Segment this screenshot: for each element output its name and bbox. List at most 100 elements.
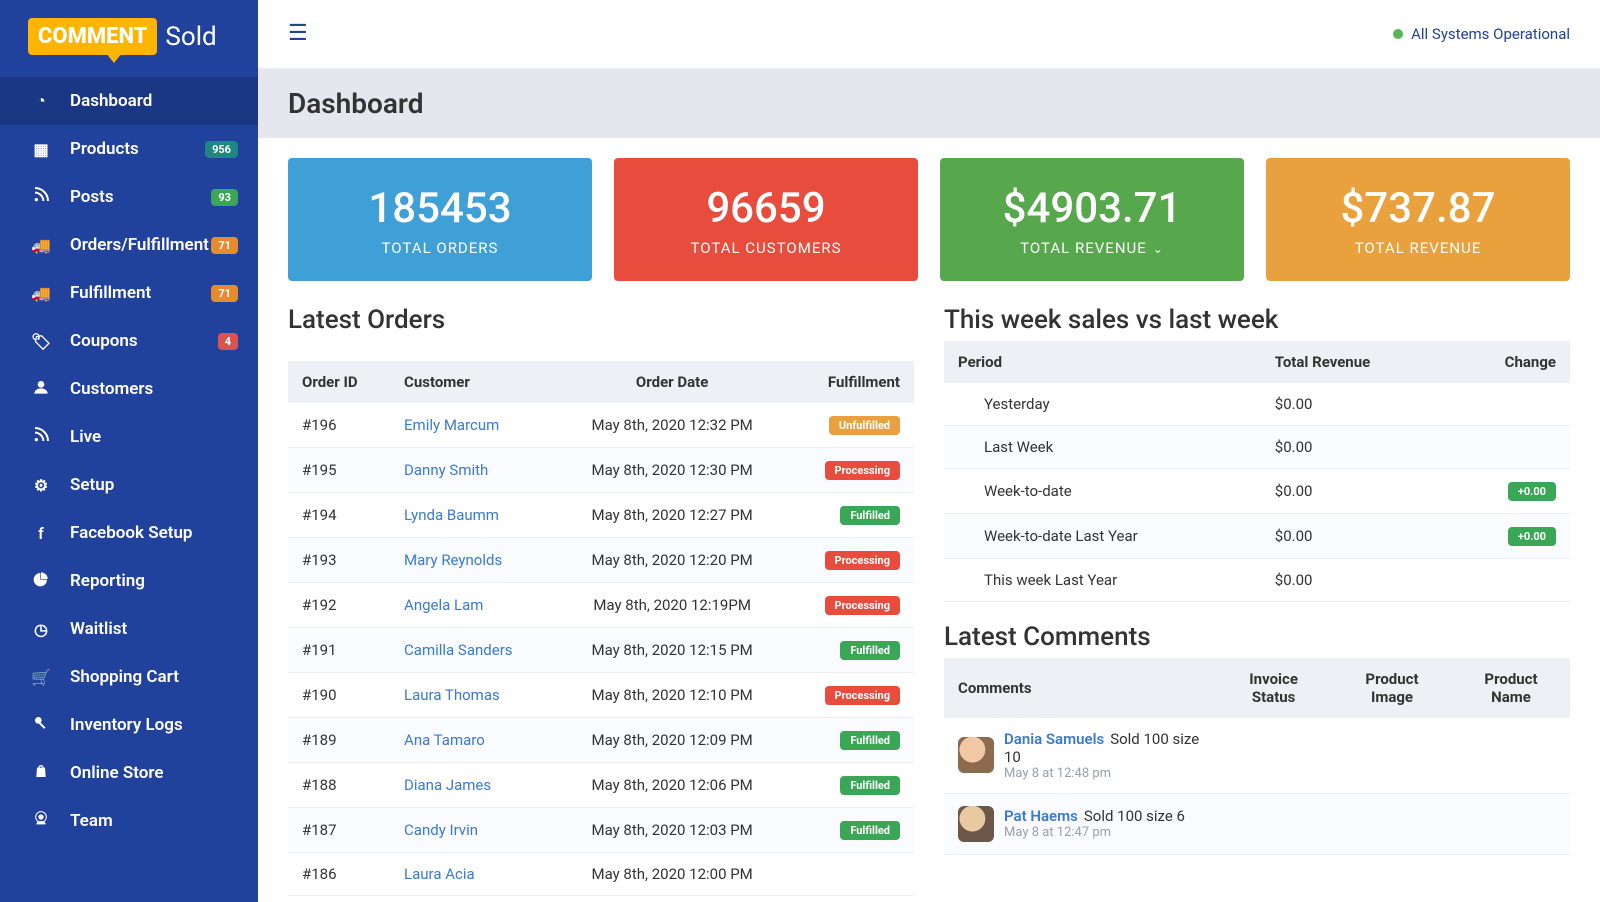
comment-text: Sold 100 size 6	[1084, 807, 1185, 825]
order-customer-link[interactable]: Mary Reynolds	[404, 551, 502, 569]
sidebar-item-label: Online Store	[70, 763, 238, 783]
table-row: Last Week$0.00	[944, 425, 1570, 468]
sidebar-item-waitlist[interactable]: ◷Waitlist	[0, 605, 258, 653]
cart-icon: 🛒	[28, 668, 54, 687]
sidebar-badge: 956	[205, 141, 238, 158]
table-row[interactable]: #187Candy IrvinMay 8th, 2020 12:03 PMFul…	[288, 807, 914, 852]
sidebar-item-team[interactable]: Team	[0, 797, 258, 845]
order-customer-link[interactable]: Camilla Sanders	[404, 641, 513, 659]
stat-label: TOTAL ORDERS	[298, 239, 582, 257]
sidebar-item-label: Reporting	[70, 571, 238, 591]
sales-period: Week-to-date	[944, 468, 1261, 513]
table-row[interactable]: Pat HaemsSold 100 size 6May 8 at 12:47 p…	[944, 793, 1570, 854]
table-row[interactable]: #196Emily MarcumMay 8th, 2020 12:32 PMUn…	[288, 403, 914, 448]
sidebar-item-posts[interactable]: Posts93	[0, 173, 258, 221]
stat-value: $737.87	[1276, 184, 1560, 233]
order-customer-link[interactable]: Emily Marcum	[404, 416, 499, 434]
sidebar-item-customers[interactable]: Customers	[0, 365, 258, 413]
sidebar-item-facebook-setup[interactable]: fFacebook Setup	[0, 509, 258, 557]
sidebar-item-label: Customers	[70, 379, 238, 399]
sales-revenue: $0.00	[1261, 425, 1449, 468]
order-id: #190	[288, 672, 390, 717]
sidebar-item-fulfillment[interactable]: 🚚Fulfillment71	[0, 269, 258, 317]
table-row[interactable]: #194Lynda BaummMay 8th, 2020 12:27 PMFul…	[288, 492, 914, 537]
sidebar-item-orders-fulfillment[interactable]: 🚚Orders/Fulfillment71	[0, 221, 258, 269]
stat-card: 185453TOTAL ORDERS	[288, 158, 592, 281]
sidebar-item-shopping-cart[interactable]: 🛒Shopping Cart	[0, 653, 258, 701]
table-row: Yesterday$0.00	[944, 383, 1570, 426]
sidebar-item-reporting[interactable]: Reporting	[0, 557, 258, 605]
order-date: May 8th, 2020 12:20 PM	[557, 537, 788, 582]
order-customer-link[interactable]: Candy Irvin	[404, 821, 478, 839]
order-customer-link[interactable]: Diana James	[404, 776, 491, 794]
page-title: Dashboard	[288, 87, 1570, 120]
sidebar-item-inventory-logs[interactable]: Inventory Logs	[0, 701, 258, 749]
comment-author-link[interactable]: Dania Samuels	[1004, 730, 1104, 748]
order-customer-link[interactable]: Ana Tamaro	[404, 731, 485, 749]
fulfillment-badge: Fulfilled	[840, 641, 900, 660]
order-id: #187	[288, 807, 390, 852]
sales-revenue: $0.00	[1261, 558, 1449, 601]
avatar	[958, 737, 994, 773]
comment-time: May 8 at 12:48 pm	[1004, 766, 1201, 781]
sales-period: This week Last Year	[944, 558, 1261, 601]
order-customer-link[interactable]: Angela Lam	[404, 596, 483, 614]
table-row: Week-to-date Last Year$0.00+0.00	[944, 513, 1570, 558]
latest-orders-title: Latest Orders	[288, 305, 914, 335]
hamburger-icon[interactable]: ☰	[288, 21, 308, 46]
table-row[interactable]: #193Mary ReynoldsMay 8th, 2020 12:20 PMP…	[288, 537, 914, 582]
sidebar-item-products[interactable]: ▦Products956	[0, 125, 258, 173]
system-status[interactable]: All Systems Operational	[1393, 25, 1570, 43]
order-date: May 8th, 2020 12:10 PM	[557, 672, 788, 717]
latest-comments-table: CommentsInvoice StatusProduct ImageProdu…	[944, 658, 1570, 855]
sidebar-item-coupons[interactable]: 🏷Coupons4	[0, 317, 258, 365]
sidebar-item-online-store[interactable]: Online Store	[0, 749, 258, 797]
order-customer-link[interactable]: Laura Thomas	[404, 686, 500, 704]
order-id: #188	[288, 762, 390, 807]
order-date: May 8th, 2020 12:03 PM	[557, 807, 788, 852]
sales-compare-title: This week sales vs last week	[944, 305, 1570, 335]
order-id: #196	[288, 403, 390, 448]
sales-period: Last Week	[944, 425, 1261, 468]
stat-card[interactable]: $4903.71TOTAL REVENUE⌄	[940, 158, 1244, 281]
main: ☰ All Systems Operational Dashboard 1854…	[258, 0, 1600, 902]
table-row[interactable]: #186Laura AciaMay 8th, 2020 12:00 PM	[288, 852, 914, 895]
stat-row: 185453TOTAL ORDERS96659TOTAL CUSTOMERS$4…	[288, 158, 1570, 281]
table-row[interactable]: #190 Laura Thomas May 8th, 2020 12:10 PM Pr…	[288, 672, 914, 717]
order-id: #191	[288, 627, 390, 672]
sidebar-item-live[interactable]: Live	[0, 413, 258, 461]
table-row[interactable]: #189Ana TamaroMay 8th, 2020 12:09 PMFulf…	[288, 717, 914, 762]
order-customer-link[interactable]: Danny Smith	[404, 461, 488, 479]
chevron-down-icon: ⌄	[1153, 242, 1164, 256]
table-row: This week Last Year$0.00	[944, 558, 1570, 601]
table-row[interactable]: #195Danny SmithMay 8th, 2020 12:30 PMPro…	[288, 447, 914, 492]
logo: COMMENT Sold	[0, 0, 258, 77]
comment-author-link[interactable]: Pat Haems	[1004, 807, 1078, 825]
sidebar-badge: 4	[218, 333, 238, 350]
table-row[interactable]: Dania SamuelsSold 100 size 10May 8 at 12…	[944, 718, 1570, 794]
sidebar-item-setup[interactable]: ⚙Setup	[0, 461, 258, 509]
rss-icon	[28, 427, 54, 447]
sidebar-item-dashboard[interactable]: ◔Dashboard	[0, 77, 258, 125]
orders-header: Fulfillment	[788, 361, 914, 403]
order-customer-link[interactable]: Lynda Baumm	[404, 506, 499, 524]
sidebar: COMMENT Sold ◔Dashboard▦Products956Posts…	[0, 0, 258, 902]
order-id: #192	[288, 582, 390, 627]
user-icon	[28, 379, 54, 399]
sidebar-item-label: Fulfillment	[70, 283, 211, 303]
avatar	[958, 806, 994, 842]
comments-header: Product Name	[1452, 658, 1570, 718]
fulfillment-badge: Processing	[825, 686, 901, 705]
fulfillment-badge: Unfulfilled	[829, 416, 900, 435]
table-row[interactable]: #188Diana JamesMay 8th, 2020 12:06 PMFul…	[288, 762, 914, 807]
fulfillment-badge: Processing	[825, 551, 901, 570]
gears-icon: ⚙	[28, 476, 54, 495]
sidebar-badge: 71	[211, 237, 238, 254]
sidebar-item-label: Live	[70, 427, 238, 447]
sidebar-item-label: Team	[70, 811, 238, 831]
stat-label: TOTAL CUSTOMERS	[624, 239, 908, 257]
stat-card: $737.87TOTAL REVENUE	[1266, 158, 1570, 281]
order-customer-link[interactable]: Laura Acia	[404, 865, 475, 883]
table-row[interactable]: #191Camilla SandersMay 8th, 2020 12:15 P…	[288, 627, 914, 672]
table-row[interactable]: #192Angela LamMay 8th, 2020 12:19PMProce…	[288, 582, 914, 627]
